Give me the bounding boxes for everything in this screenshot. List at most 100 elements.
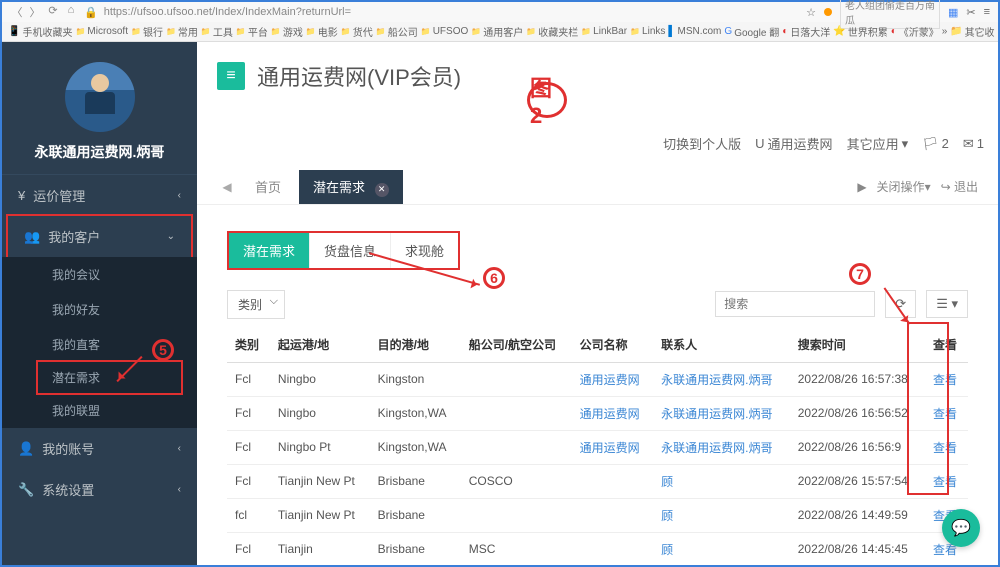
view-link[interactable]: 查看 bbox=[925, 464, 968, 498]
th-company: 公司名称 bbox=[572, 327, 654, 363]
apps-icon[interactable]: ▦ bbox=[948, 6, 958, 19]
bookmark-folder[interactable]: Links bbox=[630, 26, 665, 37]
view-link[interactable]: 查看 bbox=[925, 396, 968, 430]
subtab-space[interactable]: 求现舱 bbox=[391, 233, 458, 268]
bookmark-link[interactable]: ▌MSN.com bbox=[668, 26, 721, 37]
sub-meetings[interactable]: 我的会议 bbox=[2, 257, 197, 292]
bookmark-folder[interactable]: 船公司 bbox=[376, 24, 418, 39]
tab-home[interactable]: 首页 bbox=[241, 170, 295, 203]
cell-origin: Ningbo bbox=[270, 362, 370, 396]
table-row: fclTianjin New PtBrisbane顾2022/08/26 14:… bbox=[227, 498, 968, 532]
u-logo-icon: U bbox=[755, 136, 764, 151]
ufs-link[interactable]: U 通用运费网 bbox=[755, 134, 832, 153]
cell-cat: Fcl bbox=[227, 532, 270, 565]
forward-icon[interactable]: 〉 bbox=[28, 4, 42, 20]
nav-customers[interactable]: 👥 我的客户 ⌄ bbox=[6, 214, 193, 259]
bookmark-folder[interactable]: 银行 bbox=[131, 24, 163, 39]
bookmark-link[interactable]: ◐ 日落大洋 bbox=[782, 24, 830, 39]
star-icon[interactable]: ☆ bbox=[806, 6, 816, 19]
nav-label: 系统设置 bbox=[42, 480, 94, 499]
notif-dot-icon bbox=[824, 8, 832, 16]
flag-notif[interactable]: 🏳2 bbox=[922, 136, 949, 152]
bookmark-folder[interactable]: 电影 bbox=[306, 24, 338, 39]
switch-mode-link[interactable]: 切换到个人版 bbox=[663, 134, 741, 153]
cell-company[interactable] bbox=[572, 498, 654, 532]
cell-dest: Kingston,WA bbox=[370, 430, 461, 464]
bookmark-link[interactable]: G Google 翻 bbox=[724, 24, 779, 39]
bookmark-folder[interactable]: 平台 bbox=[236, 24, 268, 39]
sub-potential[interactable]: 潜在需求 bbox=[36, 360, 183, 395]
cell-origin: Tianjin New Pt bbox=[270, 464, 370, 498]
bookmark-overflow[interactable]: » 📁 其它收 bbox=[942, 24, 995, 39]
avatar[interactable] bbox=[65, 62, 135, 132]
tab-potential[interactable]: 潜在需求 ✕ bbox=[299, 170, 403, 204]
back-icon[interactable]: 〈 bbox=[10, 4, 24, 20]
tab-next[interactable]: ▶ bbox=[857, 180, 866, 194]
list-button[interactable]: ☰ ▾ bbox=[926, 290, 968, 318]
bookmark-folder[interactable]: 通用客户 bbox=[471, 24, 523, 39]
reload-icon[interactable]: ⟳ bbox=[46, 4, 60, 20]
bookmark-folder[interactable]: 收藏夹栏 bbox=[526, 24, 578, 39]
bookmark-folder[interactable]: 工具 bbox=[201, 24, 233, 39]
cell-time: 2022/08/26 16:56:52 bbox=[790, 396, 925, 430]
refresh-button[interactable]: ⟳ bbox=[885, 290, 916, 318]
subtab-cargo[interactable]: 货盘信息 bbox=[310, 233, 391, 268]
th-view: 查看 bbox=[925, 327, 968, 363]
cell-company[interactable] bbox=[572, 532, 654, 565]
subtab-potential[interactable]: 潜在需求 bbox=[229, 233, 310, 268]
close-icon[interactable]: ✕ bbox=[375, 183, 389, 197]
cell-carrier: COSCO bbox=[461, 464, 572, 498]
cell-contact[interactable]: 顾 bbox=[653, 532, 790, 565]
bookmark-folder[interactable]: LinkBar bbox=[581, 26, 627, 37]
bookmark-mobile[interactable]: 📱 手机收藏夹 bbox=[8, 24, 72, 39]
th-time: 搜索时间 bbox=[790, 327, 925, 363]
link-label: 通用运费网 bbox=[768, 134, 833, 153]
bookmark-folder[interactable]: UFSOO bbox=[421, 26, 469, 37]
mail-notif[interactable]: ✉1 bbox=[963, 136, 984, 152]
cell-origin: Ningbo Pt bbox=[270, 430, 370, 464]
cell-company[interactable]: 通用运费网 bbox=[572, 430, 654, 464]
bookmark-folder[interactable]: 常用 bbox=[166, 24, 198, 39]
apps-link[interactable]: 其它应用 ▾ bbox=[847, 134, 909, 153]
nav-account[interactable]: 👤 我的账号 ‹ bbox=[2, 428, 197, 469]
cell-contact[interactable]: 顾 bbox=[653, 498, 790, 532]
cell-contact[interactable]: 永联通用运费网.炳哥 bbox=[653, 430, 790, 464]
bookmark-folder[interactable]: Microsoft bbox=[75, 26, 128, 37]
home-icon[interactable]: ⌂ bbox=[64, 4, 78, 20]
cell-dest: Brisbane bbox=[370, 498, 461, 532]
wrench-icon: 🔧 bbox=[18, 482, 34, 498]
cell-dest: Brisbane bbox=[370, 532, 461, 565]
cell-contact[interactable]: 永联通用运费网.炳哥 bbox=[653, 396, 790, 430]
hamburger-button[interactable]: ≡ bbox=[217, 62, 245, 90]
chat-fab[interactable]: 💬 bbox=[942, 509, 980, 547]
ext-icon[interactable]: ✂ bbox=[966, 6, 975, 19]
cell-company[interactable] bbox=[572, 464, 654, 498]
logout-link[interactable]: ↪ 退出 bbox=[941, 178, 978, 195]
search-input[interactable] bbox=[715, 291, 875, 317]
bookmark-folder[interactable]: 货代 bbox=[341, 24, 373, 39]
cell-contact[interactable]: 永联通用运费网.炳哥 bbox=[653, 362, 790, 396]
bookmark-folder[interactable]: 游戏 bbox=[271, 24, 303, 39]
sub-friends[interactable]: 我的好友 bbox=[2, 292, 197, 327]
tab-prev[interactable]: ◀ bbox=[217, 175, 237, 199]
cell-carrier: MSC bbox=[461, 532, 572, 565]
content-area: ≡ 通用运费网(VIP会员) 切换到个人版 U 通用运费网 其它应用 ▾ 🏳2 … bbox=[197, 42, 998, 565]
cell-cat: fcl bbox=[227, 498, 270, 532]
bookmark-link[interactable]: ◐ 《沂蒙》 bbox=[891, 24, 939, 39]
cell-contact[interactable]: 顾 bbox=[653, 464, 790, 498]
sub-direct[interactable]: 我的直客 bbox=[2, 327, 197, 362]
cell-cat: Fcl bbox=[227, 464, 270, 498]
url-bar[interactable]: https://ufsoo.ufsoo.net/Index/IndexMain?… bbox=[104, 6, 800, 18]
view-link[interactable]: 查看 bbox=[925, 362, 968, 396]
sub-alliance[interactable]: 我的联盟 bbox=[2, 393, 197, 428]
badge-count: 1 bbox=[977, 136, 984, 151]
cell-company[interactable]: 通用运费网 bbox=[572, 362, 654, 396]
menu-icon[interactable]: ≡ bbox=[984, 6, 990, 18]
bookmark-link[interactable]: ⭐ 世界积累 bbox=[833, 24, 887, 39]
view-link[interactable]: 查看 bbox=[925, 430, 968, 464]
nav-freight[interactable]: ¥ 运价管理 ‹ bbox=[2, 175, 197, 216]
cell-company[interactable]: 通用运费网 bbox=[572, 396, 654, 430]
category-select[interactable]: 类别 bbox=[227, 290, 285, 319]
nav-settings[interactable]: 🔧 系统设置 ‹ bbox=[2, 469, 197, 510]
close-ops-link[interactable]: 关闭操作▾ bbox=[877, 178, 931, 195]
